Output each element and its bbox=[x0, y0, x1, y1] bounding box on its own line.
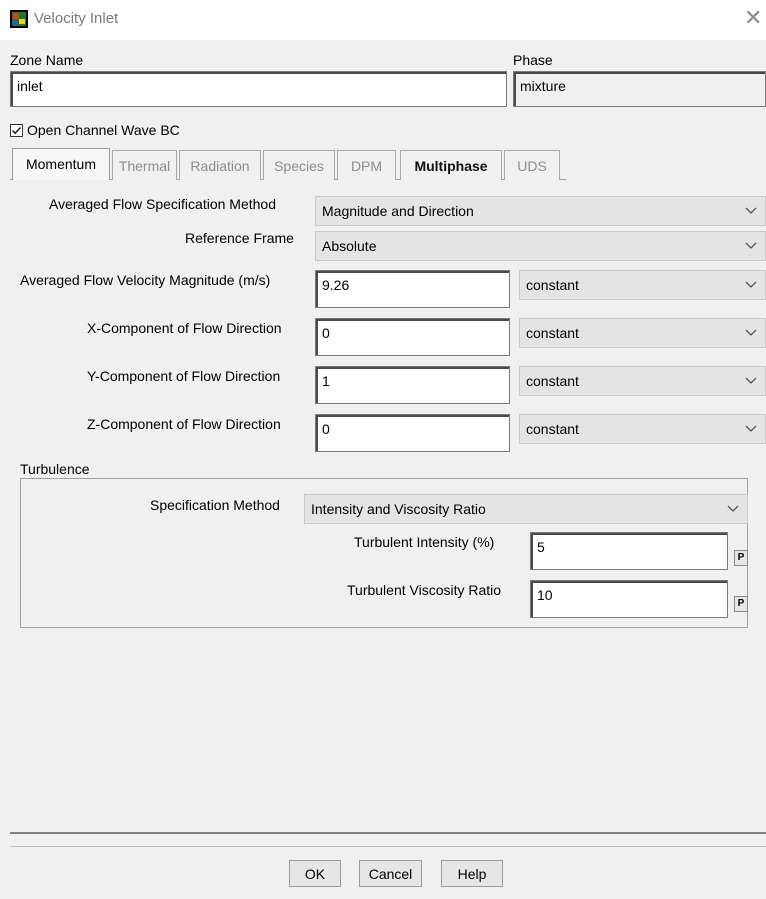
tab-uds[interactable]: UDS bbox=[504, 150, 560, 180]
open-channel-checkbox[interactable] bbox=[10, 124, 23, 137]
bottom-separator bbox=[10, 832, 766, 834]
chevron-down-icon bbox=[745, 425, 757, 432]
z-direction-profile-value: constant bbox=[526, 421, 579, 437]
z-direction-input[interactable]: 0 bbox=[315, 414, 510, 452]
phase-label: Phase bbox=[513, 52, 553, 68]
z-direction-profile-dropdown[interactable]: constant bbox=[519, 414, 766, 444]
z-direction-label: Z-Component of Flow Direction bbox=[87, 416, 281, 432]
help-button[interactable]: Help bbox=[441, 860, 503, 887]
tab-thermal[interactable]: Thermal bbox=[112, 150, 177, 180]
zone-name-input[interactable]: inlet bbox=[10, 71, 507, 107]
turb-spec-method-dropdown[interactable]: Intensity and Viscosity Ratio bbox=[304, 494, 748, 524]
chevron-down-icon bbox=[745, 377, 757, 384]
y-direction-input[interactable]: 1 bbox=[315, 366, 510, 404]
velocity-profile-dropdown[interactable]: constant bbox=[519, 270, 766, 300]
ref-frame-dropdown[interactable]: Absolute bbox=[315, 231, 766, 261]
fluent-app-icon bbox=[10, 10, 28, 28]
close-icon[interactable]: ✕ bbox=[744, 7, 762, 29]
chevron-down-icon bbox=[745, 281, 757, 288]
turb-intensity-input[interactable]: 5 bbox=[530, 532, 728, 570]
turb-intensity-parameter-button[interactable]: P bbox=[734, 550, 748, 566]
open-channel-label: Open Channel Wave BC bbox=[27, 122, 180, 138]
tab-species[interactable]: Species bbox=[263, 150, 335, 180]
turb-intensity-label: Turbulent Intensity (%) bbox=[354, 534, 495, 550]
turb-viscosity-ratio-label: Turbulent Viscosity Ratio bbox=[347, 582, 502, 598]
tab-dpm[interactable]: DPM bbox=[337, 150, 396, 180]
spec-method-dropdown[interactable]: Magnitude and Direction bbox=[315, 196, 766, 226]
spec-method-label: Averaged Flow Specification Method bbox=[49, 196, 276, 212]
ref-frame-label: Reference Frame bbox=[185, 230, 294, 246]
x-direction-input[interactable]: 0 bbox=[315, 318, 510, 356]
bottom-separator-light bbox=[10, 846, 766, 847]
y-direction-label: Y-Component of Flow Direction bbox=[87, 368, 281, 384]
velocity-input[interactable]: 9.26 bbox=[315, 270, 510, 308]
tab-momentum[interactable]: Momentum bbox=[12, 148, 110, 180]
turb-spec-method-value: Intensity and Viscosity Ratio bbox=[311, 501, 486, 517]
turb-spec-method-label: Specification Method bbox=[150, 497, 280, 513]
x-direction-profile-dropdown[interactable]: constant bbox=[519, 318, 766, 348]
title-bar: Velocity Inlet ✕ bbox=[0, 0, 766, 40]
chevron-down-icon bbox=[727, 505, 739, 512]
turb-viscosity-ratio-parameter-button[interactable]: P bbox=[734, 596, 748, 612]
chevron-down-icon bbox=[745, 207, 757, 214]
velocity-label: Averaged Flow Velocity Magnitude (m/s) bbox=[20, 272, 271, 288]
y-direction-profile-dropdown[interactable]: constant bbox=[519, 366, 766, 396]
tab-multiphase[interactable]: Multiphase bbox=[400, 150, 502, 180]
turb-viscosity-ratio-input[interactable]: 10 bbox=[530, 580, 728, 618]
turbulence-group-title: Turbulence bbox=[20, 461, 90, 477]
chevron-down-icon bbox=[745, 329, 757, 336]
spec-method-value: Magnitude and Direction bbox=[322, 203, 474, 219]
x-direction-label: X-Component of Flow Direction bbox=[87, 320, 282, 336]
phase-field: mixture bbox=[513, 71, 766, 107]
y-direction-profile-value: constant bbox=[526, 373, 579, 389]
x-direction-profile-value: constant bbox=[526, 325, 579, 341]
tab-radiation[interactable]: Radiation bbox=[179, 150, 261, 180]
ref-frame-value: Absolute bbox=[322, 238, 377, 254]
cancel-button[interactable]: Cancel bbox=[359, 860, 422, 887]
velocity-profile-value: constant bbox=[526, 277, 579, 293]
chevron-down-icon bbox=[745, 242, 757, 249]
ok-button[interactable]: OK bbox=[289, 860, 341, 887]
zone-name-label: Zone Name bbox=[10, 52, 84, 68]
window-title: Velocity Inlet bbox=[34, 10, 119, 27]
